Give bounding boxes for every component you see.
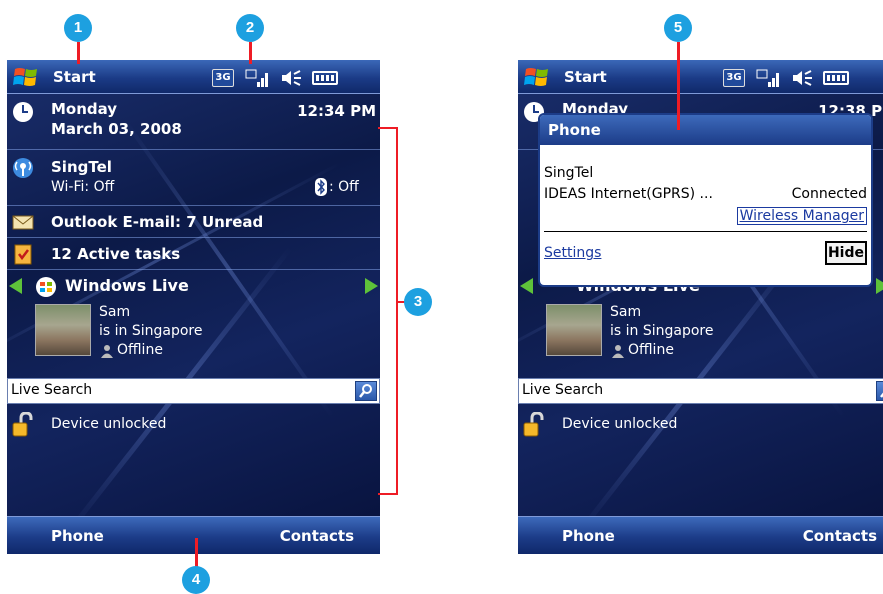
bracket-bottom <box>378 493 398 495</box>
status-bar: Start 3G <box>518 60 883 94</box>
date-row[interactable]: Monday March 03, 2008 12:34 PM <box>7 94 380 150</box>
search-icon <box>880 392 883 398</box>
email-label: Outlook E-mail: 7 Unread <box>51 213 264 231</box>
device-lock-label: Device unlocked <box>562 416 678 432</box>
tasks-icon <box>14 244 32 265</box>
callout-badge-5: 5 <box>664 14 692 42</box>
settings-link[interactable]: Settings <box>544 245 601 261</box>
arrow-right-icon[interactable] <box>364 278 378 294</box>
bluetooth-icon <box>315 178 327 196</box>
popup-title: Phone <box>540 115 871 145</box>
email-row[interactable]: Outlook E-mail: 7 Unread <box>7 206 380 238</box>
popup-connection-status: Connected <box>791 186 867 202</box>
contact-presence: Offline <box>117 342 163 358</box>
status-icons: 3G <box>212 68 338 88</box>
speaker-icon[interactable] <box>791 69 813 87</box>
phone-screen-left: Start 3G Monday March 03, 2008 12:34 PM <box>7 60 380 554</box>
time-label: 12:34 PM <box>297 102 376 120</box>
contact-photo <box>35 304 91 356</box>
person-icon <box>101 345 113 358</box>
carrier-name: SingTel <box>51 158 112 176</box>
carrier-row[interactable]: SingTel Wi-Fi: Off : Off <box>7 150 380 206</box>
callout-line-5 <box>677 42 680 130</box>
arrow-right-icon[interactable] <box>875 278 883 294</box>
softkey-phone[interactable]: Phone <box>562 527 615 545</box>
contact-photo <box>546 304 602 356</box>
clock-icon <box>13 102 33 122</box>
wifi-status: Wi-Fi: Off <box>51 179 115 195</box>
windows-flag-icon[interactable] <box>13 65 39 89</box>
signal-icon[interactable] <box>755 68 781 88</box>
bracket-top <box>378 127 398 129</box>
callout-badge-2: 2 <box>236 14 264 42</box>
contact-presence: Offline <box>628 342 674 358</box>
contact-name: Sam <box>99 304 131 320</box>
softkey-contacts[interactable]: Contacts <box>280 527 354 545</box>
status-icons: 3G <box>723 68 849 88</box>
contact-location: is in Singapore <box>610 323 714 339</box>
wireless-manager-link[interactable]: Wireless Manager <box>736 207 867 225</box>
popup-carrier: SingTel <box>544 165 594 181</box>
arrow-left-icon[interactable] <box>9 278 23 294</box>
device-lock-row[interactable]: Device unlocked <box>7 410 380 440</box>
unlock-icon <box>523 412 544 437</box>
contact-name: Sam <box>610 304 642 320</box>
search-input[interactable]: Live Search <box>522 382 603 398</box>
search-input[interactable]: Live Search <box>11 382 92 398</box>
bluetooth-status: : Off <box>329 179 359 195</box>
device-lock-label: Device unlocked <box>51 416 167 432</box>
softkey-bar: Phone Contacts <box>518 516 883 554</box>
windows-flag-icon[interactable] <box>524 65 550 89</box>
tasks-row[interactable]: 12 Active tasks <box>7 238 380 270</box>
windows-live-icon <box>36 277 56 297</box>
callout-badge-4: 4 <box>182 566 210 594</box>
popup-connection: IDEAS Internet(GPRS) ... <box>544 186 713 202</box>
status-bar: Start 3G <box>7 60 380 94</box>
search-icon <box>359 384 372 398</box>
arrow-left-icon[interactable] <box>520 278 534 294</box>
search-button[interactable] <box>876 381 883 401</box>
email-icon <box>12 215 34 230</box>
callout-line-4 <box>195 538 198 568</box>
start-menu-button[interactable]: Start <box>53 68 96 86</box>
3g-icon[interactable]: 3G <box>212 69 234 87</box>
battery-icon[interactable] <box>312 71 338 85</box>
signal-icon[interactable] <box>244 68 270 88</box>
softkey-contacts[interactable]: Contacts <box>803 527 877 545</box>
date-label: March 03, 2008 <box>51 120 182 138</box>
popup-divider <box>544 231 867 232</box>
softkey-phone[interactable]: Phone <box>51 527 104 545</box>
search-button[interactable] <box>355 381 377 401</box>
callout-badge-3: 3 <box>404 288 432 316</box>
start-menu-button[interactable]: Start <box>564 68 607 86</box>
hide-button[interactable]: Hide <box>825 241 867 265</box>
tasks-label: 12 Active tasks <box>51 245 181 263</box>
windows-live-title: Windows Live <box>65 276 189 295</box>
live-search-box[interactable]: Live Search <box>7 378 380 404</box>
bracket-vertical <box>396 127 398 495</box>
speaker-icon[interactable] <box>280 69 302 87</box>
antenna-icon <box>13 158 33 178</box>
callout-line-2 <box>249 42 252 64</box>
device-lock-row[interactable]: Device unlocked <box>518 410 883 440</box>
contact-location: is in Singapore <box>99 323 203 339</box>
live-search-box[interactable]: Live Search <box>518 378 883 404</box>
phone-notification-popup: Phone SingTel IDEAS Internet(GPRS) ... C… <box>538 113 873 287</box>
day-label: Monday <box>51 100 118 118</box>
unlock-icon <box>12 412 33 437</box>
3g-icon[interactable]: 3G <box>723 69 745 87</box>
callout-line-1 <box>77 42 80 64</box>
windows-live-panel[interactable]: Windows Live Sam is in Singapore Offline <box>7 270 380 376</box>
softkey-bar: Phone Contacts <box>7 516 380 554</box>
person-icon <box>612 345 624 358</box>
battery-icon[interactable] <box>823 71 849 85</box>
callout-badge-1: 1 <box>64 14 92 42</box>
